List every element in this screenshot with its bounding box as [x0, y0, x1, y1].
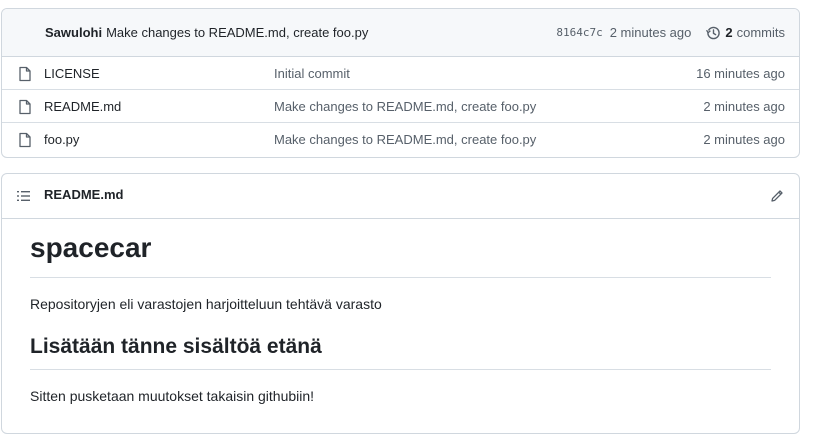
readme-paragraph: Repositoryjen eli varastojen harjoittelu… [30, 296, 382, 312]
file-commit-time: 2 minutes ago [703, 98, 785, 114]
readme-header: README.md [2, 174, 799, 219]
pencil-icon[interactable] [769, 188, 785, 204]
file-icon [19, 99, 31, 115]
table-of-contents-icon[interactable] [16, 188, 32, 204]
file-browser: Sawulohi Make changes to README.md, crea… [1, 8, 800, 158]
commit-count: 2 [725, 25, 733, 40]
latest-commit-bar: Sawulohi Make changes to README.md, crea… [2, 9, 799, 57]
file-row-license[interactable]: LICENSE Initial commit 16 minutes ago [2, 57, 799, 90]
commits-history-link[interactable]: 2 commits [705, 25, 785, 41]
file-name-link[interactable]: LICENSE [44, 66, 100, 81]
commit-author-link[interactable]: Sawulohi [45, 25, 102, 40]
file-row-foo-py[interactable]: foo.py Make changes to README.md, create… [2, 123, 799, 156]
commits-label: commits [736, 25, 785, 40]
readme-filename-link[interactable]: README.md [44, 187, 123, 202]
file-name-link[interactable]: README.md [44, 99, 121, 114]
file-icon [19, 132, 31, 148]
readme-panel: README.md spacecar Repositoryjen eli var… [1, 173, 800, 434]
file-icon [19, 66, 31, 82]
commit-time: 2 minutes ago [609, 25, 692, 40]
history-icon [706, 26, 721, 39]
file-commit-time: 2 minutes ago [703, 132, 785, 147]
file-commit-message-link[interactable]: Make changes to README.md, create foo.py [274, 99, 536, 114]
file-commit-message-link[interactable]: Initial commit [274, 66, 350, 81]
commit-message-link[interactable]: Make changes to README.md, create foo.py [106, 25, 368, 40]
readme-paragraph: Sitten pusketaan muutokset takaisin gith… [30, 388, 315, 404]
commit-sha-link[interactable]: 8164c7c [556, 26, 602, 39]
file-row-readme[interactable]: README.md Make changes to README.md, cre… [2, 90, 799, 123]
readme-heading-1: spacecar [30, 231, 771, 278]
file-commit-message-link[interactable]: Make changes to README.md, create foo.py [274, 132, 536, 147]
readme-heading-2: Lisätään tänne sisältöä etänä [30, 334, 771, 370]
file-commit-time: 16 minutes ago [696, 65, 785, 81]
readme-content: spacecar Repositoryjen eli varastojen ha… [30, 218, 771, 406]
file-name-link[interactable]: foo.py [44, 132, 79, 147]
